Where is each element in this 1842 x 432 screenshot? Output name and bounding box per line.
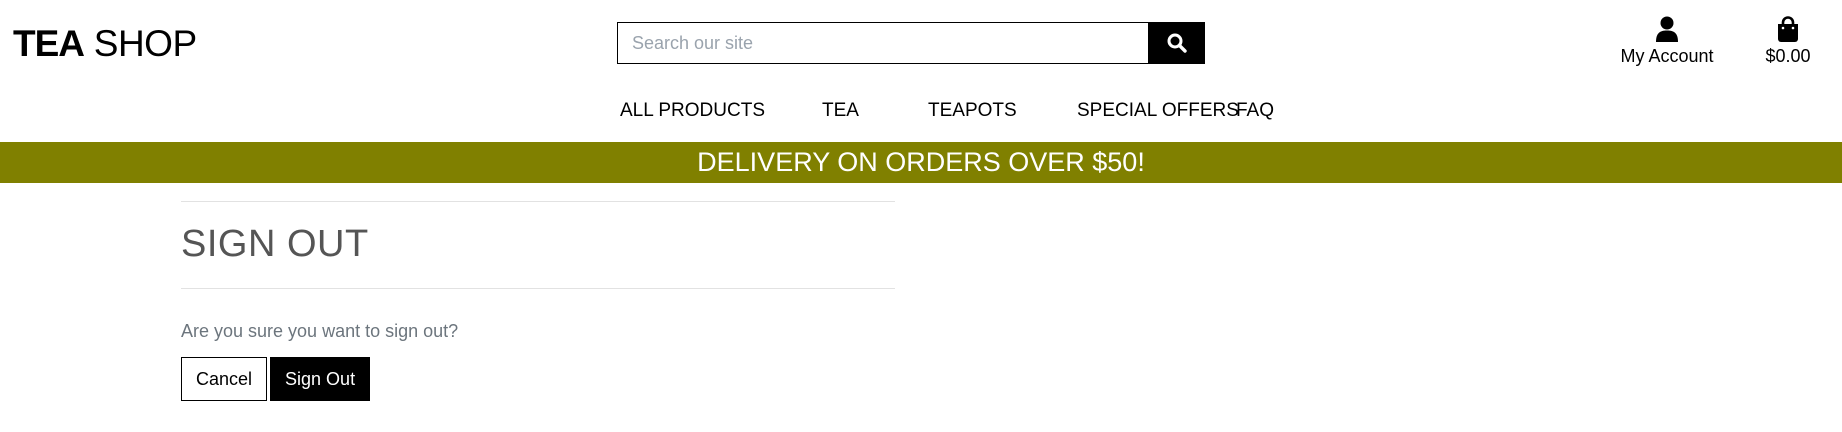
divider — [181, 201, 895, 202]
logo-text-bold: TEA — [13, 23, 85, 64]
my-account-label: My Account — [1620, 46, 1714, 66]
shopping-bag-icon — [1778, 16, 1798, 42]
delivery-banner: DELIVERY ON ORDERS OVER $50! — [0, 142, 1842, 183]
signout-message: Are you sure you want to sign out? — [181, 321, 459, 341]
shopping-bag-link[interactable]: $0.00 — [1758, 16, 1818, 67]
bag-total: $0.00 — [1765, 46, 1811, 66]
nav-item-teapots[interactable]: TEAPOTS — [928, 98, 1017, 124]
nav-item-all-products[interactable]: ALL PRODUCTS — [620, 98, 765, 124]
search-form — [617, 22, 1205, 64]
cancel-button[interactable]: Cancel — [181, 357, 268, 401]
nav-item-tea[interactable]: TEA — [822, 98, 859, 124]
user-icon — [1656, 16, 1678, 42]
nav-item-faq[interactable]: FAQ — [1236, 98, 1274, 124]
main-content: SIGN OUT Are you sure you want to sign o… — [181, 201, 895, 401]
page-title: SIGN OUT — [181, 223, 369, 265]
sign-out-button[interactable]: Sign Out — [270, 357, 371, 401]
site-logo[interactable]: TEA SHOP — [13, 22, 197, 66]
divider — [181, 288, 895, 289]
main-nav: ALL PRODUCTS TEA TEAPOTS SPECIAL OFFERS … — [0, 98, 1842, 124]
search-button[interactable] — [1149, 22, 1205, 64]
my-account-link[interactable]: My Account — [1617, 16, 1717, 67]
nav-item-special-offers[interactable]: SPECIAL OFFERS — [1077, 98, 1239, 124]
search-input[interactable] — [617, 22, 1149, 64]
logo-text-light: SHOP — [93, 23, 197, 64]
button-group: Cancel Sign Out — [181, 357, 895, 401]
search-icon — [1167, 33, 1187, 53]
